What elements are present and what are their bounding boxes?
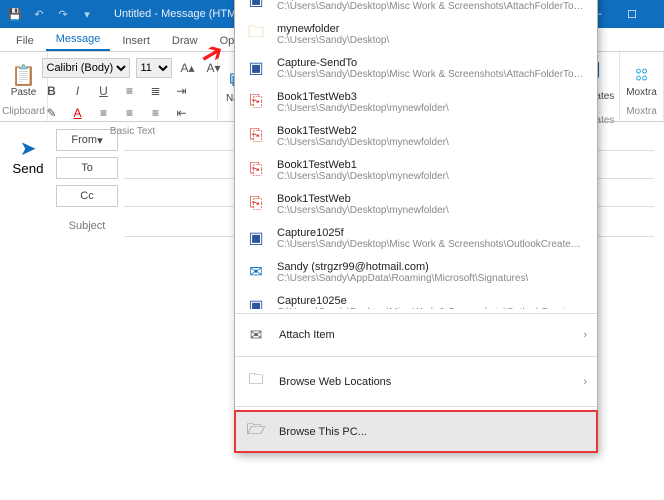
file-type-icon: ✉ (245, 259, 267, 285)
chevron-right-icon: › (583, 329, 587, 341)
tab-insert[interactable]: Insert (112, 31, 160, 51)
recent-item[interactable]: ▣ Capture-SendToC:\Users\Sandy\Desktop\Mi… (235, 51, 597, 85)
underline-button[interactable]: U (94, 82, 114, 100)
cc-button[interactable]: Cc (56, 185, 118, 207)
file-name: Capture1025e (277, 295, 587, 307)
save-icon[interactable]: 💾 (4, 2, 26, 26)
file-path: C:\Users\Sandy\Desktop\Misc Work & Scree… (277, 307, 587, 310)
subject-label: Subject (56, 220, 118, 232)
recent-items-list: ▣Capture-CreatedC:\Users\Sandy\Desktop\M… (235, 0, 597, 309)
send-button[interactable]: ➤ Send (8, 134, 48, 178)
file-path: C:\Users\Sandy\Desktop\Misc Work & Scree… (277, 239, 587, 250)
to-button[interactable]: To (56, 157, 118, 179)
file-path: C:\Users\Sandy\Desktop\Misc Work & Scree… (277, 69, 587, 80)
grow-font-icon[interactable]: A▴ (178, 59, 198, 77)
file-type-icon: ▣ (245, 0, 267, 13)
file-type-icon: ▣ (245, 293, 267, 309)
file-path: C:\Users\Sandy\Desktop\mynewfolder\ (277, 103, 587, 114)
recent-item[interactable]: ✉ Sandy (strgzr99@hotmail.com)C:\Users\Sa… (235, 255, 597, 289)
moxtra-button[interactable]: ⦂⦂Moxtra (622, 61, 662, 100)
font-color-icon[interactable]: A (68, 104, 88, 122)
attach-file-menu: Recent Items ▣Capture-CreatedC:\Users\Sa… (234, 0, 598, 453)
file-name: Book1TestWeb3 (277, 91, 587, 103)
cloud-folder-icon: 🗀 (245, 369, 267, 394)
file-name: Capture-SendTo (277, 57, 587, 69)
send-icon: ➤ (20, 136, 37, 161)
clipboard-group-label: Clipboard (2, 106, 45, 119)
file-path: C:\Users\Sandy\Desktop\mynewfolder\ (277, 171, 587, 182)
recent-item[interactable]: ▣Capture-CreatedC:\Users\Sandy\Desktop\M… (235, 0, 597, 17)
close-button[interactable]: ✕ (650, 0, 664, 28)
browse-this-pc-menu[interactable]: 🗁 Browse This PC... (235, 411, 597, 452)
bold-button[interactable]: B (42, 82, 62, 100)
file-path: C:\Users\Sandy\Desktop\ (277, 35, 587, 46)
indent-icon[interactable]: ⇥ (172, 82, 192, 100)
qat-more-icon[interactable]: ▾ (76, 2, 98, 26)
file-type-icon: 🗀 (245, 21, 267, 47)
file-path: C:\Users\Sandy\Desktop\mynewfolder\ (277, 137, 587, 148)
recent-item[interactable]: ⎘ Book1TestWeb3C:\Users\Sandy\Desktop\myn… (235, 85, 597, 119)
file-name: Book1TestWeb2 (277, 125, 587, 137)
tab-draw[interactable]: Draw (162, 31, 208, 51)
file-name: Book1TestWeb (277, 193, 587, 205)
file-path: C:\Users\Sandy\AppData\Roaming\Microsoft… (277, 273, 587, 284)
file-name: Book1TestWeb1 (277, 159, 587, 171)
bullets-icon[interactable]: ≡ (120, 82, 140, 100)
highlight-icon[interactable]: ✎ (42, 104, 62, 122)
undo-icon[interactable]: ↶ (28, 2, 50, 26)
file-type-icon: ⎘ (245, 157, 267, 183)
file-name: mynewfolder (277, 23, 587, 35)
recent-item[interactable]: ⎘ Book1TestWebC:\Users\Sandy\Desktop\myne… (235, 187, 597, 221)
file-name: Capture1025f (277, 227, 587, 239)
recent-item[interactable]: ⎘ Book1TestWeb1C:\Users\Sandy\Desktop\myn… (235, 153, 597, 187)
file-type-icon: ⎘ (245, 191, 267, 217)
italic-button[interactable]: I (68, 82, 88, 100)
font-size-select[interactable]: 11 (136, 58, 172, 78)
recent-item[interactable]: ▣ Capture1025eC:\Users\Sandy\Desktop\Misc… (235, 289, 597, 309)
numbering-icon[interactable]: ≣ (146, 82, 166, 100)
file-path: C:\Users\Sandy\Desktop\mynewfolder\ (277, 205, 587, 216)
file-type-icon: ⎘ (245, 123, 267, 149)
file-name: Sandy (strgzr99@hotmail.com) (277, 261, 587, 273)
envelope-icon: ✉ (245, 326, 267, 344)
align-right-icon[interactable]: ≡ (146, 104, 166, 122)
file-path: C:\Users\Sandy\Desktop\Misc Work & Scree… (277, 1, 587, 12)
file-type-icon: ⎘ (245, 89, 267, 115)
align-left-icon[interactable]: ≡ (94, 104, 114, 122)
font-name-select[interactable]: Calibri (Body) (42, 58, 130, 78)
recent-item[interactable]: ▣ Capture1025fC:\Users\Sandy\Desktop\Misc… (235, 221, 597, 255)
file-type-icon: ▣ (245, 225, 267, 251)
tab-file[interactable]: File (6, 31, 44, 51)
redo-icon[interactable]: ↷ (52, 2, 74, 26)
browse-web-locations-menu[interactable]: 🗀 Browse Web Locations › (235, 361, 597, 402)
attach-item-menu[interactable]: ✉ Attach Item › (235, 318, 597, 352)
basic-text-group-label: Basic Text (110, 126, 155, 139)
recent-item[interactable]: 🗀 mynewfolderC:\Users\Sandy\Desktop\ (235, 17, 597, 51)
outdent-icon[interactable]: ⇤ (172, 104, 192, 122)
maximize-button[interactable]: ☐ (614, 0, 650, 28)
recent-item[interactable]: ⎘ Book1TestWeb2C:\Users\Sandy\Desktop\myn… (235, 119, 597, 153)
align-center-icon[interactable]: ≡ (120, 104, 140, 122)
from-button[interactable]: From ▾ (56, 129, 118, 151)
paste-button[interactable]: 📋Paste (4, 61, 44, 100)
tab-message[interactable]: Message (46, 29, 111, 51)
file-type-icon: ▣ (245, 55, 267, 81)
folder-open-icon: 🗁 (245, 419, 267, 444)
chevron-right-icon: › (583, 376, 587, 388)
